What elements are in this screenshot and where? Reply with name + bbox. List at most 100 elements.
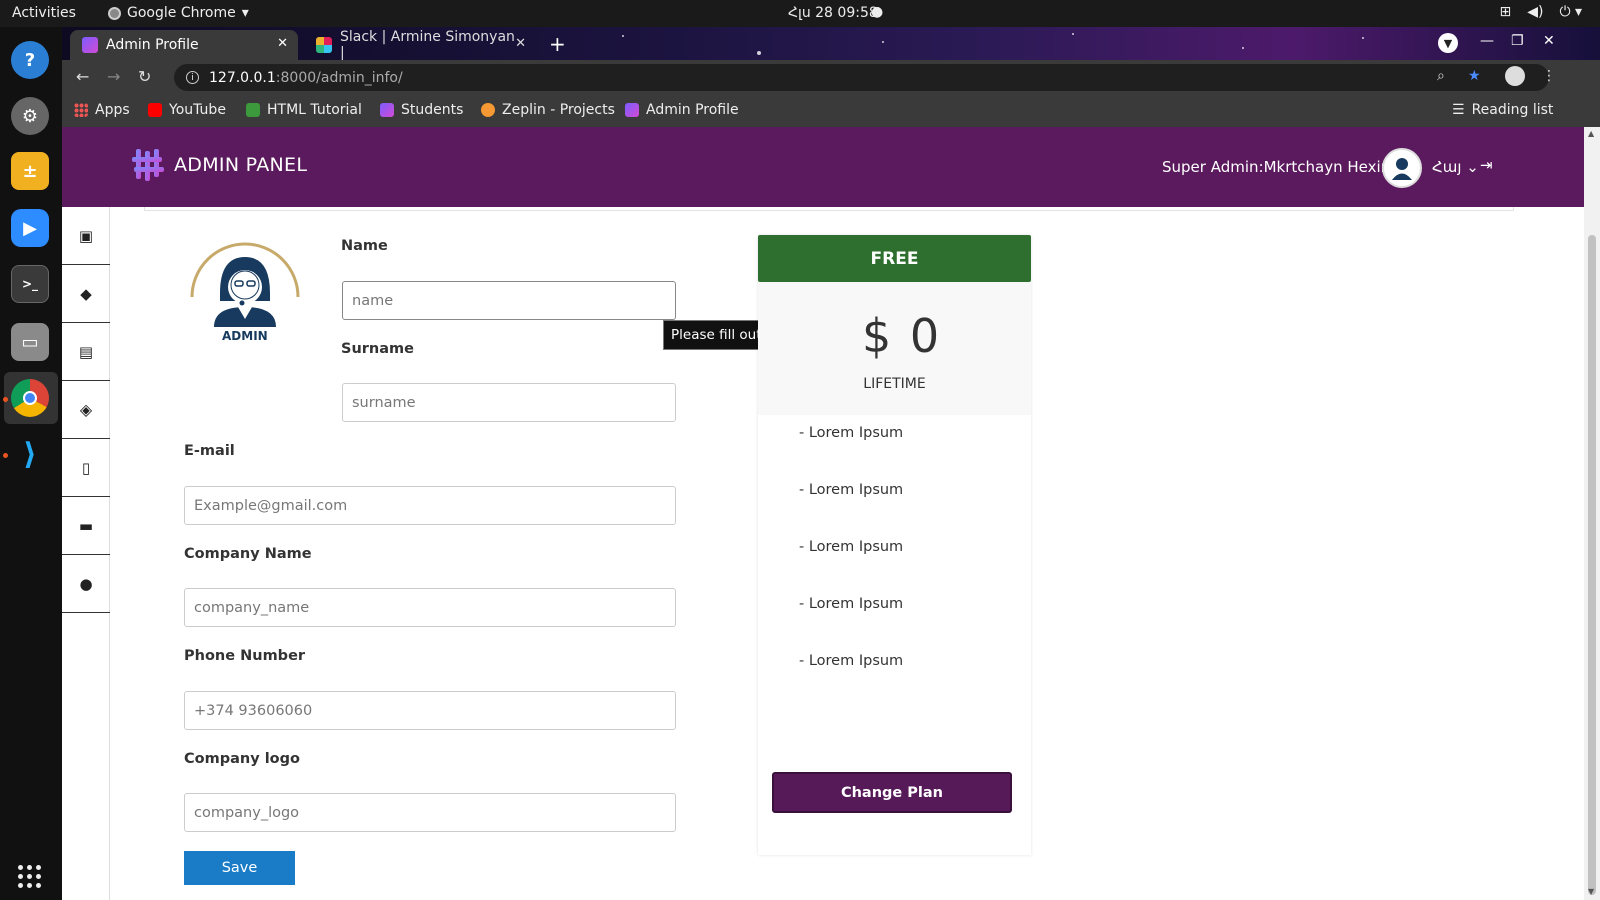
plan-feature: - Lorem Ipsum [799,425,904,441]
close-icon[interactable]: ✕ [515,36,526,51]
kebab-menu-icon[interactable]: ⋮ [1542,68,1556,84]
app-menu[interactable]: Google Chrome ▾ [108,5,249,21]
reload-icon[interactable]: ↻ [138,67,151,86]
bookmark-star-icon[interactable]: ★ [1468,68,1481,84]
zoom-icon[interactable]: ⌕ [1437,68,1445,84]
activities-button[interactable]: Activities [12,5,76,21]
plan-feature: - Lorem Ipsum [799,653,904,669]
sidebar-item-teachers[interactable]: ▤ [62,323,110,381]
avatar[interactable] [1382,148,1422,188]
slack-favicon-icon [316,37,332,53]
url-path: :8000/admin_info/ [275,69,403,86]
forward-icon[interactable]: → [107,67,120,86]
show-applications-icon[interactable] [18,865,41,888]
bookmark-youtube[interactable]: YouTube [148,102,226,118]
surname-input[interactable] [342,383,676,422]
close-icon[interactable]: ✕ [277,36,288,51]
close-window-icon[interactable]: ✕ [1543,33,1555,49]
tab-search-icon[interactable]: ▼ [1438,33,1458,53]
scroll-down-icon[interactable]: ▼ [1588,887,1594,896]
tab-title: Slack | Armine Simonyan | [340,29,515,61]
sidebar-item-layers[interactable]: ◈ [62,381,110,439]
email-input[interactable] [184,486,676,525]
sidebar-item-messages[interactable]: ● [62,555,110,613]
chevron-down-icon: ▾ [241,5,249,21]
site-info-icon[interactable]: i [186,71,199,84]
chevron-down-icon: ⌄ [1461,158,1479,176]
profile-icon[interactable] [1505,66,1525,86]
phone-input[interactable] [184,691,676,730]
terminal-icon[interactable]: >_ [11,265,49,303]
user-name: Super Admin:Mkrtchayn Hexine [1162,158,1400,176]
notification-dot-icon: ● [871,4,884,20]
bookmark-label: Admin Profile [646,102,739,118]
sidebar-item-courses[interactable]: ◆ [62,265,110,323]
admin-avatar-icon [1392,158,1412,180]
running-indicator [3,453,8,458]
tab-title: Admin Profile [106,37,199,53]
price-box: $ 0 LIFETIME [758,282,1031,415]
clock[interactable]: Հլս 28 09:58 [788,5,878,21]
chrome-icon [108,6,121,20]
company-logo-input[interactable] [184,793,676,832]
logout-icon[interactable]: ⇥ [1480,156,1493,174]
back-icon[interactable]: ← [76,67,89,86]
app-name: Google Chrome [127,5,236,21]
phone-label: Phone Number [184,648,306,664]
students-icon [380,103,394,117]
network-icon: ⊞ [1499,4,1512,20]
address-bar[interactable]: i 127.0.0.1:8000/admin_info/ [174,64,1549,91]
archive-icon: ▬ [78,516,94,535]
zoom-icon[interactable]: ▶ [11,209,49,247]
bookmark-admin-profile[interactable]: Admin Profile [625,102,739,118]
email-label: E-mail [184,443,235,459]
help-icon[interactable]: ? [11,41,49,79]
bookmark-label: Zeplin - Projects [502,102,615,118]
language-selector[interactable]: Հայ ⌄ [1432,158,1479,176]
zeplin-icon [481,103,495,117]
bookmarks-bar: Apps YouTube HTML Tutorial Students Zepl… [62,94,1600,127]
volume-icon: ◀) [1527,4,1544,20]
calendar-icon: ▣ [78,226,94,245]
system-tray[interactable]: ⊞ ◀) ⏻ ▾ [1499,4,1582,20]
sidebar-item-calendar[interactable]: ▣ [62,207,110,265]
tab-slack[interactable]: Slack | Armine Simonyan | ✕ [304,29,536,61]
star-decor [1242,47,1244,49]
page-viewport: ADMIN PANEL Super Admin:Mkrtchayn Hexine… [62,127,1584,900]
bookmark-apps[interactable]: Apps [74,102,130,118]
page-scrollbar[interactable]: ▲ ▼ [1584,127,1600,900]
restore-icon[interactable]: ❐ [1511,33,1524,49]
new-tab-icon[interactable]: + [549,32,566,56]
language-label: Հայ [1432,158,1462,176]
bookmark-zeplin[interactable]: Zeplin - Projects [481,102,615,118]
door-icon: ▯ [81,458,91,477]
app-header: ADMIN PANEL Super Admin:Mkrtchayn Hexine… [62,127,1584,207]
chat-bubble-icon: ● [79,574,93,593]
scroll-up-icon[interactable]: ▲ [1588,129,1594,138]
name-input[interactable] [342,281,676,320]
tab-strip: Admin Profile ✕ Slack | Armine Simonyan … [62,27,1600,61]
bookmark-students[interactable]: Students [380,102,463,118]
minimize-icon[interactable]: — [1480,33,1494,49]
calculator-icon[interactable]: ± [11,152,49,190]
scrollbar-thumb[interactable] [1588,235,1596,895]
admin-favicon-icon [82,37,98,53]
tab-admin-profile[interactable]: Admin Profile ✕ [70,30,298,60]
running-indicator [3,397,8,402]
settings-gear-icon[interactable]: ⚙ [11,97,49,135]
name-label: Name [341,238,388,254]
chrome-dock-icon[interactable] [11,379,49,417]
admin-caption: ADMIN [222,329,268,343]
bookmark-html-tutorial[interactable]: HTML Tutorial [246,102,362,118]
bookmark-label: YouTube [169,102,226,118]
vscode-icon[interactable]: ⟩ [11,435,49,473]
sidebar-item-rooms[interactable]: ▯ [62,439,110,497]
company-name-input[interactable] [184,588,676,627]
reading-list-button[interactable]: ☰ Reading list [1452,102,1553,118]
plan-feature: - Lorem Ipsum [799,596,904,612]
change-plan-button[interactable]: Change Plan [772,772,1012,813]
sidebar-item-archive[interactable]: ▬ [62,497,110,555]
save-button[interactable]: Save [184,851,295,885]
files-icon[interactable]: ▭ [11,323,49,361]
star-decor [882,41,884,43]
